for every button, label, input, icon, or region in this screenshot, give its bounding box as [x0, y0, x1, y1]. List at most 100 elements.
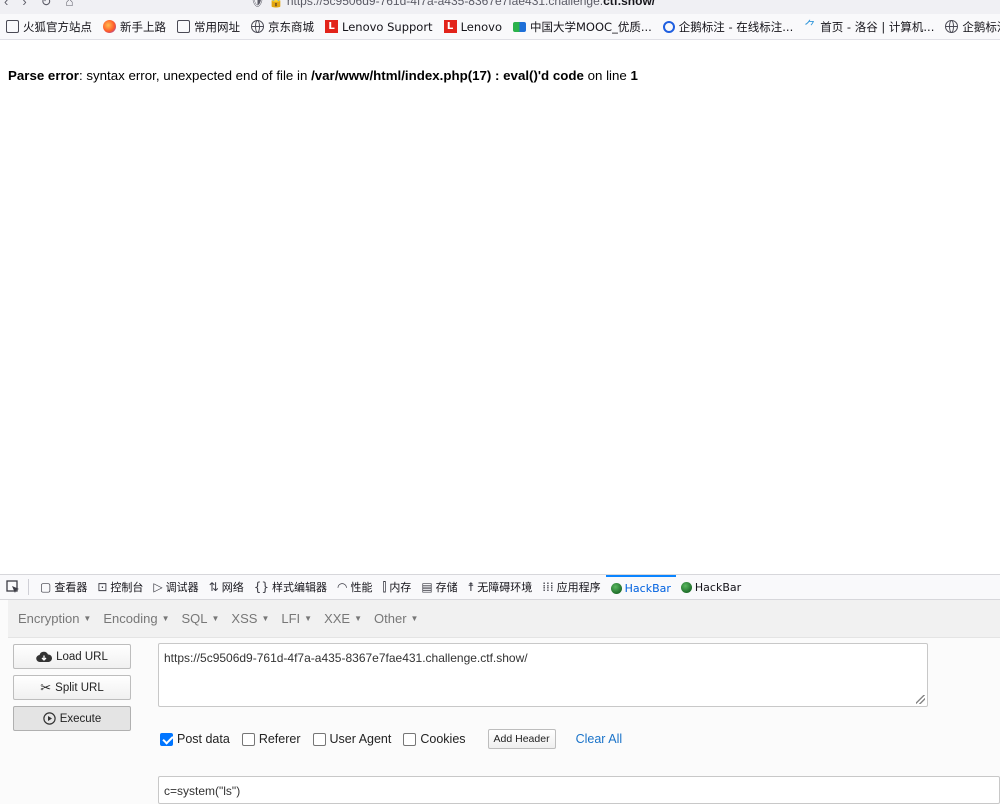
- execute-button[interactable]: Execute: [13, 706, 131, 731]
- error-label: Parse error: [8, 68, 79, 83]
- tab-performance[interactable]: ◠ 性能: [332, 575, 377, 599]
- tab-style-editor[interactable]: {} 样式编辑器: [249, 575, 332, 599]
- tab-label: HackBar: [624, 581, 671, 595]
- hackbar-panel: Encryption ▼ Encoding ▼ SQL ▼ XSS ▼ LFI ▼ XXE…: [0, 600, 1000, 804]
- luogu-icon: ⺈: [804, 19, 817, 33]
- memory-icon: ⫿: [382, 579, 387, 594]
- hackbar-icon: [680, 581, 692, 593]
- button-label: Execute: [59, 712, 102, 725]
- nav-arrows-icon[interactable]: ‹›↻⌂: [4, 0, 87, 10]
- menu-lfi[interactable]: LFI ▼: [281, 611, 312, 626]
- address-bar[interactable]: 🛡 🔒 https://5c9506d9-761d-4f7a-a435-8367…: [250, 0, 655, 8]
- url-textarea[interactable]: https://5c9506d9-761d-4f7a-a435-8367e7fa…: [158, 643, 928, 707]
- bookmark-label: 常用网址: [194, 19, 240, 34]
- checkbox-icon[interactable]: [241, 732, 255, 746]
- post-data-checkbox[interactable]: Post data: [160, 732, 230, 746]
- tab-label: 存储: [435, 581, 458, 594]
- menu-encryption[interactable]: Encryption ▼: [18, 611, 91, 626]
- menu-other[interactable]: Other ▼: [374, 611, 418, 626]
- tab-label: 网络: [221, 581, 244, 594]
- firefox-icon: [103, 20, 116, 33]
- bookmark-1[interactable]: 新手上路: [103, 19, 166, 35]
- tab-inspector[interactable]: ▢ 查看器: [35, 575, 92, 599]
- bookmarks-bar: 火狐官方站点 新手上路 常用网址 京东商城 L Lenovo Support LL…: [0, 14, 1000, 40]
- url-value: https://5c9506d9-761d-4f7a-a435-8367e7fa…: [164, 651, 528, 665]
- error-text: : syntax error, unexpected end of file i…: [78, 68, 312, 83]
- menu-label: LFI: [281, 611, 301, 626]
- menu-xxe[interactable]: XXE ▼: [324, 611, 362, 626]
- bookmark-9[interactable]: 企鹅标注: [945, 19, 1000, 35]
- tab-console[interactable]: ⊡ 控制台: [92, 575, 148, 599]
- element-picker-icon[interactable]: [6, 580, 24, 594]
- load-url-button[interactable]: Load URL: [13, 644, 131, 669]
- cookies-checkbox[interactable]: Cookies: [403, 732, 466, 746]
- menu-label: Encryption: [18, 611, 80, 626]
- bookmark-8[interactable]: ⺈首页 - 洛谷 | 计算机...: [804, 19, 934, 35]
- bookmark-label: 首页 - 洛谷 | 计算机...: [820, 19, 935, 34]
- globe-icon: [945, 20, 959, 33]
- menu-xss[interactable]: XSS ▼: [231, 611, 269, 626]
- lenovo-icon: L: [443, 20, 457, 33]
- scissors-icon: ✂: [40, 679, 52, 695]
- tab-label: 内存: [389, 581, 412, 594]
- application-icon: ⁞⁞⁞: [542, 580, 554, 594]
- bookmark-4[interactable]: L Lenovo Support: [325, 20, 433, 34]
- bookmark-2[interactable]: 常用网址: [177, 19, 240, 35]
- cloud-download-icon: [36, 651, 53, 662]
- performance-icon: ◠: [336, 580, 348, 594]
- button-label: Split URL: [55, 681, 104, 694]
- inspector-icon: ▢: [40, 580, 52, 594]
- add-header-button[interactable]: Add Header: [487, 729, 556, 749]
- checkbox-checked-icon[interactable]: [160, 732, 173, 746]
- split-url-button[interactable]: ✂ Split URL: [13, 675, 131, 700]
- accessibility-icon: ☨: [467, 580, 475, 594]
- hackbar-icon: [610, 582, 622, 594]
- bookmark-5[interactable]: L Lenovo: [443, 19, 503, 34]
- bookmark-label: Lenovo: [460, 19, 503, 34]
- menu-sql[interactable]: SQL ▼: [181, 611, 219, 626]
- network-icon: ⇅: [208, 580, 219, 594]
- bookmark-6[interactable]: 中国大学MOOC_优质...: [513, 19, 652, 35]
- bookmark-0[interactable]: 火狐官方站点: [6, 19, 92, 35]
- storage-icon: ▤: [421, 580, 433, 594]
- bookmark-3[interactable]: 京东商城: [251, 19, 314, 35]
- devtools-tab-bar: ▢ 查看器 ⊡ 控制台 ▷ 调试器 ⇅ 网络 {} 样式编辑器 ◠ 性能 ⫿ 内存 ▤ 存储 ☨…: [0, 574, 1000, 600]
- clear-all-link[interactable]: Clear All: [576, 732, 623, 746]
- referer-checkbox[interactable]: Referer: [241, 732, 301, 746]
- checkbox-icon[interactable]: [312, 732, 326, 746]
- caret-down-icon: ▼: [261, 614, 270, 623]
- tab-accessibility[interactable]: ☨ 无障碍环境: [463, 575, 538, 599]
- request-options: Post data Referer User Agent Cookies Add…: [160, 729, 622, 749]
- tab-label: 控制台: [110, 581, 144, 594]
- tab-memory[interactable]: ⫿ 内存: [377, 575, 416, 599]
- tab-network[interactable]: ⇅ 网络: [204, 575, 249, 599]
- post-data-field[interactable]: c=system("ls"): [158, 776, 1000, 804]
- caret-down-icon: ▼: [211, 614, 220, 623]
- bookmark-label: 企鹅标注 - 在线标注...: [678, 19, 794, 34]
- bookmark-7[interactable]: 企鹅标注 - 在线标注...: [662, 19, 794, 35]
- bookmark-label: 新手上路: [120, 19, 166, 34]
- menu-encoding[interactable]: Encoding ▼: [103, 611, 169, 626]
- tab-hackbar[interactable]: HackBar: [676, 575, 746, 599]
- menu-label: XXE: [324, 611, 351, 626]
- hackbar-menu-bar: Encryption ▼ Encoding ▼ SQL ▼ XSS ▼ LFI ▼ XXE…: [8, 600, 1000, 638]
- option-label: Cookies: [420, 732, 466, 746]
- tab-application[interactable]: ⁞⁞⁞ 应用程序: [537, 575, 605, 599]
- caret-down-icon: ▼: [161, 614, 170, 623]
- error-path: /var/www/html/index.php(17) : eval()'d c…: [311, 68, 584, 83]
- caret-down-icon: ▼: [354, 614, 363, 623]
- tab-label: 应用程序: [556, 581, 601, 594]
- user-agent-checkbox[interactable]: User Agent: [312, 732, 392, 746]
- tab-storage[interactable]: ▤ 存储: [416, 575, 462, 599]
- resize-grip-icon[interactable]: [916, 695, 925, 704]
- checkbox-icon[interactable]: [403, 732, 417, 746]
- post-value: c=system("ls"): [164, 784, 241, 798]
- console-icon: ⊡: [97, 580, 108, 594]
- tab-hackbar-active[interactable]: HackBar: [605, 575, 676, 599]
- folder-icon: [6, 20, 19, 33]
- option-label: User Agent: [329, 732, 392, 746]
- bookmark-label: 火狐官方站点: [23, 19, 92, 34]
- bookmark-label: Lenovo Support: [342, 19, 433, 34]
- menu-label: Other: [374, 611, 407, 626]
- tab-debugger[interactable]: ▷ 调试器: [148, 575, 203, 599]
